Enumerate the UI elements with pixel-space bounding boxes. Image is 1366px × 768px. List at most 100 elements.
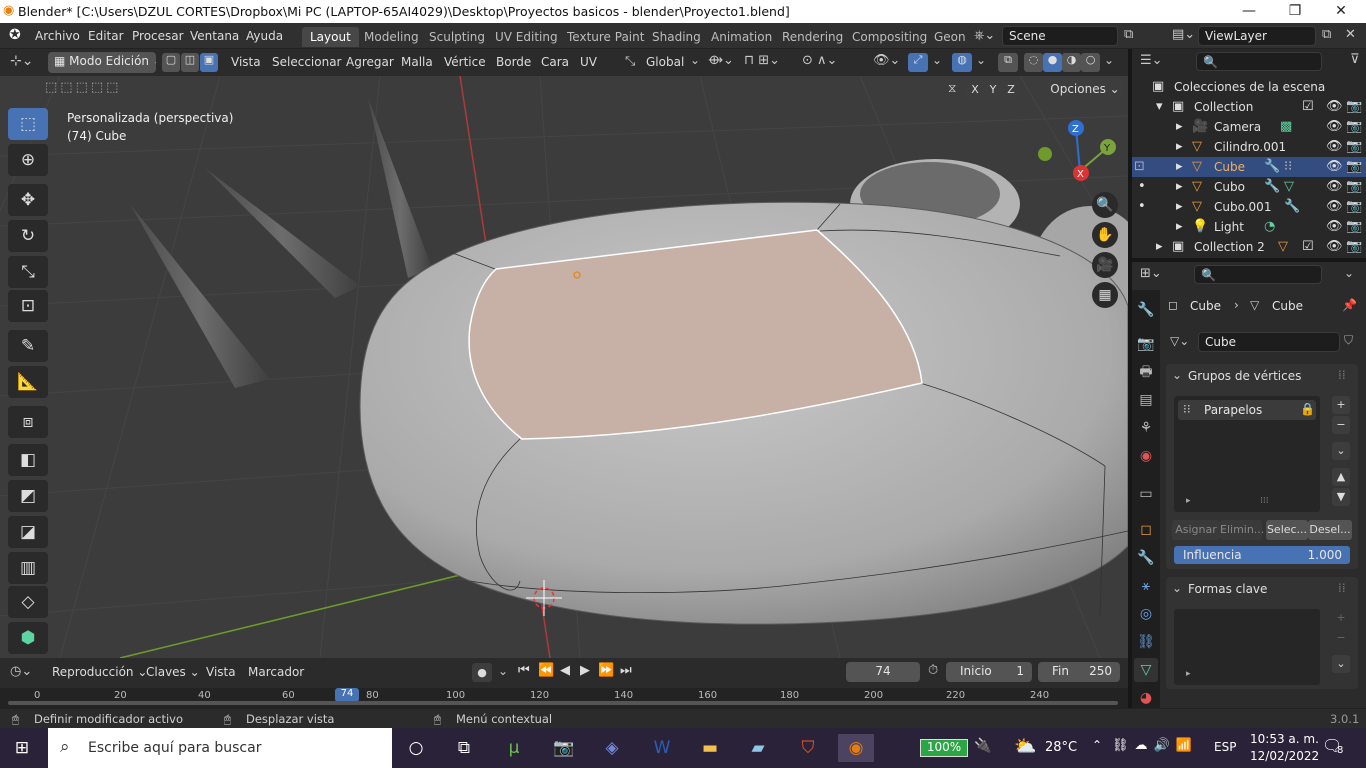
mode-dropdown[interactable]: ▦ Modo Edición ⌄: [48, 52, 156, 73]
collapse-chevron-icon[interactable]: ⌄: [1172, 581, 1182, 595]
select-tool[interactable]: ⬚: [8, 108, 48, 140]
viewport-scene[interactable]: Z Y X: [0, 76, 1128, 658]
menu-editar[interactable]: Editar: [88, 29, 124, 43]
menu-procesar[interactable]: Procesar: [132, 29, 184, 43]
camera-render-icon[interactable]: 📷: [1346, 139, 1362, 154]
clock-icon[interactable]: ⏱: [928, 663, 938, 678]
close-button[interactable]: ✕: [1318, 0, 1364, 23]
prev-keyframe-icon[interactable]: ⏪: [538, 663, 554, 678]
menu-malla[interactable]: Malla: [401, 55, 433, 69]
inset-tool[interactable]: ◩: [8, 480, 48, 512]
vertex-group-specials-button[interactable]: ⌄: [1332, 442, 1350, 460]
camera-render-icon[interactable]: 📷: [1346, 239, 1362, 254]
menu-cara[interactable]: Cara: [541, 55, 569, 69]
start-frame-field[interactable]: Inicio 1: [946, 662, 1032, 682]
editor-type-icon[interactable]: ⊹⌄: [10, 53, 33, 69]
language-indicator[interactable]: ESP: [1214, 740, 1236, 754]
fake-user-shield-icon[interactable]: ⛉: [1344, 333, 1353, 348]
outliner-row-cubo[interactable]: • ▸ ▽ Cubo 🔧 ▽ 👁 📷: [1132, 177, 1366, 197]
assign-button[interactable]: Asignar: [1172, 520, 1220, 540]
move-tool[interactable]: ✥: [8, 184, 48, 216]
timeline-scrollbar[interactable]: [8, 701, 1118, 705]
xray-button[interactable]: ⧉: [998, 53, 1018, 72]
end-frame-field[interactable]: Fin 250: [1038, 662, 1120, 682]
maximize-button[interactable]: ❐: [1272, 0, 1318, 23]
shape-key-specials-button[interactable]: ⌄: [1332, 655, 1350, 673]
list-expand-icon[interactable]: ▸: [1186, 496, 1191, 506]
rendered-shading-button[interactable]: ○: [1081, 53, 1100, 72]
loopcut-tool[interactable]: ▥: [8, 552, 48, 584]
mirror-x-button[interactable]: X: [966, 81, 984, 99]
gizmo-toggle-button[interactable]: ⤢: [908, 53, 928, 72]
menu-ayuda[interactable]: Ayuda: [246, 29, 283, 43]
tab-animation[interactable]: Animation: [703, 27, 780, 47]
mirror-z-button[interactable]: Z: [1002, 81, 1020, 99]
viewlayer-copy-icon[interactable]: ⧉: [1322, 27, 1331, 42]
playhead[interactable]: 74: [335, 688, 359, 702]
outliner-row-camera[interactable]: ▸ 🎥 Camera ▩ 👁 📷: [1132, 117, 1366, 137]
rotate-tool[interactable]: ↻: [8, 220, 48, 252]
mesh-name-field[interactable]: Cube: [1198, 332, 1340, 352]
view-layer-tab-icon[interactable]: ▤: [1134, 388, 1158, 412]
select-button[interactable]: Selec...: [1266, 520, 1308, 540]
eye-icon[interactable]: 👁: [1326, 219, 1343, 234]
expand-icon[interactable]: ▸: [1176, 179, 1183, 194]
move-up-button[interactable]: ▲: [1332, 468, 1350, 486]
clock-time[interactable]: 10:53 a. m.: [1250, 732, 1319, 746]
current-frame-field[interactable]: 74: [846, 662, 920, 682]
jump-end-icon[interactable]: ⏭: [620, 663, 632, 678]
outliner-type-icon[interactable]: ☰⌄: [1140, 53, 1163, 68]
viewlayer-icon[interactable]: ▤⌄: [1172, 27, 1195, 42]
orientation-dropdown[interactable]: Global: [646, 55, 684, 69]
camera-render-icon[interactable]: 📷: [1346, 199, 1362, 214]
blender-taskbar-icon[interactable]: ◉: [838, 734, 874, 762]
proportional-edit-icon[interactable]: ⊙ ∧⌄: [802, 53, 837, 68]
overlay-toggle-button[interactable]: ◍: [952, 53, 972, 72]
pivot-icon[interactable]: ⟴⌄: [708, 53, 734, 68]
cursor-tool[interactable]: ⊕: [8, 144, 48, 176]
play-reverse-icon[interactable]: ◀: [560, 663, 570, 678]
outliner-row-collection[interactable]: ▾ ▣ Collection ☑ 👁 📷: [1132, 97, 1366, 117]
influence-slider[interactable]: Influencia 1.000: [1174, 546, 1350, 564]
panel-grip-icon[interactable]: ⁞⁞: [1338, 581, 1346, 595]
marker-menu[interactable]: Marcador: [248, 665, 304, 679]
solid-shading-button[interactable]: ●: [1043, 53, 1062, 72]
outliner-row-light[interactable]: ▸ 💡 Light ◔ 👁 📷: [1132, 217, 1366, 237]
menu-uv[interactable]: UV: [580, 55, 597, 69]
panel-grip-icon[interactable]: ⁞⁞: [1338, 368, 1346, 382]
options-dropdown[interactable]: Opciones ⌄: [1048, 79, 1122, 100]
polybuild-tool[interactable]: ⬢: [8, 622, 48, 654]
expand-icon[interactable]: ▸: [1176, 119, 1183, 134]
world-tab-icon[interactable]: ◉: [1134, 444, 1158, 468]
light-data-icon[interactable]: ◔: [1264, 219, 1275, 234]
object-tab-icon[interactable]: ◻: [1134, 518, 1158, 542]
tab-rendering[interactable]: Rendering: [774, 27, 851, 47]
menu-agregar[interactable]: Agregar: [346, 55, 394, 69]
add-shape-key-button[interactable]: +: [1332, 609, 1350, 627]
next-keyframe-icon[interactable]: ⏩: [598, 663, 614, 678]
list-expand-icon[interactable]: ▸: [1186, 669, 1191, 679]
file-explorer-icon[interactable]: ▬: [692, 734, 728, 762]
timeline-ruler[interactable]: 0 20 40 60 74 80 100 120 140 160 180 200…: [0, 688, 1128, 708]
remove-button[interactable]: Elimin...: [1220, 520, 1264, 540]
mesh-datablock-icon[interactable]: ▽⌄: [1170, 334, 1189, 348]
expand-icon[interactable]: ▸: [1176, 199, 1183, 214]
tab-sculpting[interactable]: Sculpting: [421, 27, 493, 47]
ortho-toggle-button[interactable]: ▦: [1092, 282, 1118, 308]
tab-texture-paint[interactable]: Texture Paint: [559, 27, 652, 47]
expand-icon[interactable]: ▸: [1156, 239, 1163, 254]
tab-geometry[interactable]: Geon: [926, 27, 974, 47]
tray-icons[interactable]: ⛓☁🔊📶: [1112, 738, 1198, 753]
eye-icon[interactable]: 👁: [1326, 199, 1343, 214]
physics-tab-icon[interactable]: ◎: [1134, 602, 1158, 626]
tab-shading[interactable]: Shading: [644, 27, 709, 47]
move-down-button[interactable]: ▼: [1332, 488, 1350, 506]
3d-viewport[interactable]: Z Y X ⬚⬚⬚⬚⬚ ⧖ X Y Z Opciones ⌄ 🔍 ✋ 🎥 ▦: [0, 76, 1128, 658]
viewlayer-field[interactable]: ViewLayer: [1198, 26, 1316, 46]
properties-type-icon[interactable]: ⊞⌄: [1140, 266, 1162, 281]
camera-view-button[interactable]: 🎥: [1092, 252, 1118, 278]
clock-date[interactable]: 12/02/2022: [1250, 749, 1319, 763]
menu-archivo[interactable]: Archivo: [35, 29, 80, 43]
blender-menu-icon[interactable]: ✪: [9, 27, 21, 43]
outliner-row-cube[interactable]: ⊡ ▸ ▽ Cube 🔧 ⁝⁝ 👁 📷: [1132, 157, 1366, 177]
